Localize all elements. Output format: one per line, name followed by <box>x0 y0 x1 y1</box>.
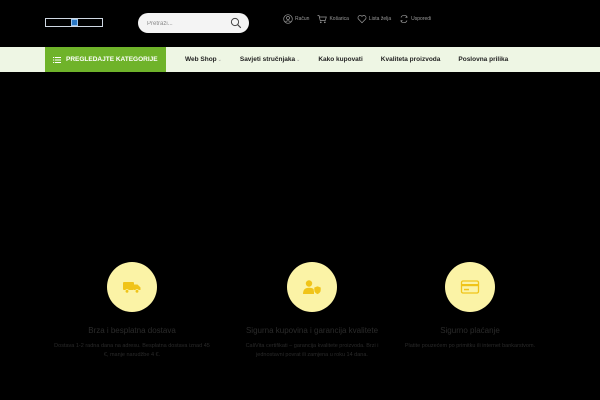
search-icon[interactable] <box>230 17 242 29</box>
feature-description: Dostava 1-2 radna dana na adresu. Bespla… <box>54 343 210 358</box>
cart-icon <box>317 15 328 24</box>
account-link-label: Račun <box>295 16 310 22</box>
nav-item-product-quality[interactable]: Kvaliteta proizvoda <box>381 56 441 63</box>
header-links: Račun Košarica Lista želja Usporedi <box>283 13 431 25</box>
feature-secure-payment: Sigurno plaćanje Platite pouzećem po pri… <box>370 262 570 351</box>
main-navigation: PREGLEDAJTE KATEGORIJE Web Shop ⌄ Savjeti… <box>0 47 600 72</box>
browse-categories-label: PREGLEDAJTE KATEGORIJE <box>66 56 158 63</box>
cart-link[interactable]: Košarica <box>317 14 349 24</box>
shield-user-icon <box>303 280 322 295</box>
header: Račun Košarica Lista želja Usporedi <box>0 0 600 47</box>
feature-icon-circle <box>287 262 337 312</box>
wishlist-link-label: Lista želja <box>368 16 392 22</box>
feature-delivery: Brza i besplatna dostava Dostava 1-2 rad… <box>32 262 232 360</box>
compare-icon <box>400 14 408 24</box>
feature-description: Platite pouzećem po primitku ili interne… <box>404 343 536 349</box>
heart-icon <box>357 15 367 24</box>
feature-icon-circle <box>107 262 157 312</box>
compare-link[interactable]: Usporedi <box>399 14 431 24</box>
account-link[interactable]: Račun <box>283 14 309 24</box>
cart-link-label: Košarica <box>329 16 349 22</box>
nav-item-web-shop[interactable]: Web Shop ⌄ <box>185 56 222 63</box>
site-logo[interactable] <box>45 18 103 27</box>
chevron-down-icon: ⌄ <box>296 56 301 63</box>
chevron-down-icon: ⌄ <box>217 56 222 63</box>
menu-list-icon <box>53 56 61 63</box>
nav-item-expert-advice[interactable]: Savjeti stručnjaka ⌄ <box>240 56 300 63</box>
feature-title: Brza i besplatna dostava <box>88 326 176 335</box>
feature-title: Sigurno plaćanje <box>440 326 500 335</box>
compare-link-label: Usporedi <box>411 16 432 22</box>
nav-menu: Web Shop ⌄ Savjeti stručnjaka ⌄ Kako kupov… <box>185 47 526 72</box>
browse-categories-button[interactable]: PREGLEDAJTE KATEGORIJE <box>45 47 166 72</box>
user-icon <box>283 14 293 24</box>
nav-item-label: Kako kupovati <box>318 56 363 63</box>
search-bar <box>138 13 249 33</box>
feature-icon-circle <box>445 262 495 312</box>
credit-card-icon <box>460 280 480 294</box>
nav-item-label: Kvaliteta proizvoda <box>380 56 441 63</box>
nav-item-business-opportunity[interactable]: Poslovna prilika <box>458 56 508 63</box>
nav-item-how-to-buy[interactable]: Kako kupovati <box>318 56 362 63</box>
logo-mark-icon <box>71 19 78 26</box>
nav-item-label: Web Shop <box>185 56 217 63</box>
search-input[interactable] <box>145 16 231 32</box>
wishlist-link[interactable]: Lista želja <box>357 14 391 24</box>
nav-item-label: Poslovna prilika <box>458 56 509 63</box>
nav-item-label: Savjeti stručnjaka <box>239 56 296 63</box>
truck-icon <box>123 282 141 294</box>
